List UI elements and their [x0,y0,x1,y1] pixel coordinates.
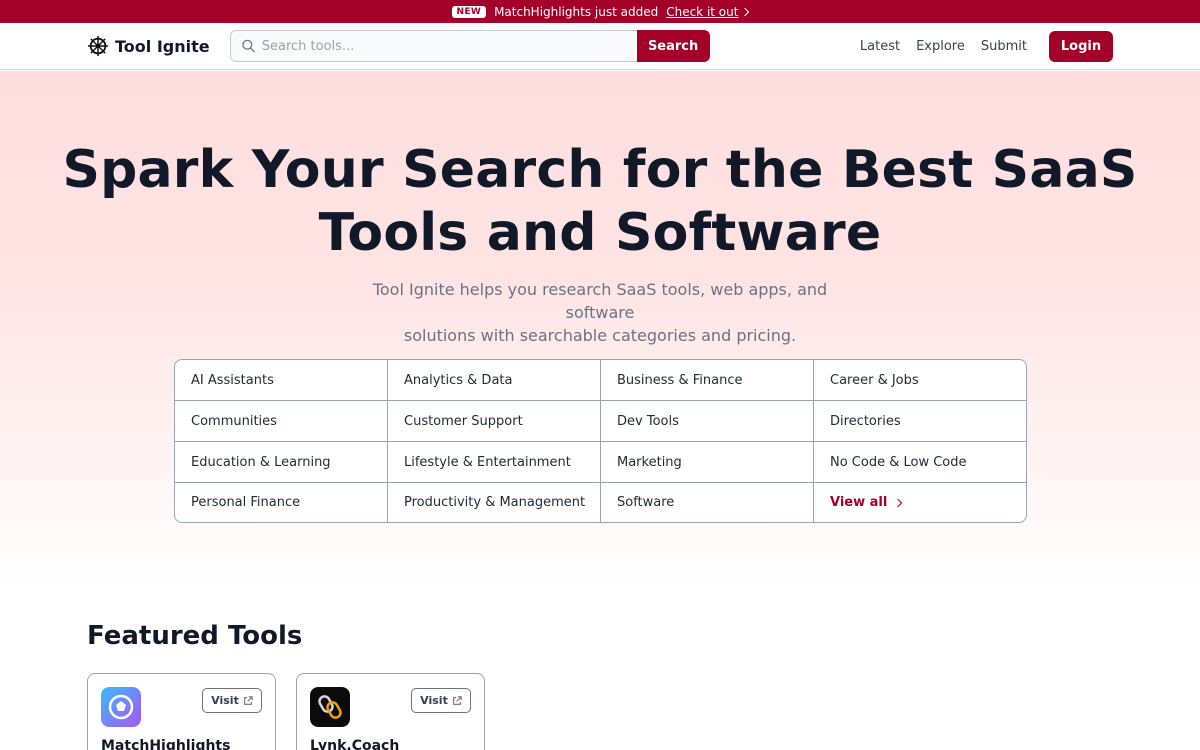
category-business-finance[interactable]: Business & Finance [601,360,814,401]
category-grid: AI Assistants Analytics & Data Business … [174,359,1027,523]
search-button[interactable]: Search [636,30,710,62]
hero-subtitle-line-1: Tool Ignite helps you research SaaS tool… [372,280,828,322]
tool-card[interactable]: Visit Lynk.Coach [296,673,485,750]
view-all-link[interactable]: View all [814,483,1026,522]
search-form: Search [229,30,710,62]
login-button[interactable]: Login [1049,30,1113,62]
category-marketing[interactable]: Marketing [601,442,814,483]
new-badge: NEW [451,5,487,18]
external-link-icon [452,695,462,705]
visit-label: Visit [211,694,239,707]
hero-subtitle: Tool Ignite helps you research SaaS tool… [340,278,860,347]
visit-button[interactable]: Visit [411,688,471,713]
announcement-text: MatchHighlights just added [494,4,659,19]
logo[interactable]: Tool Ignite [87,35,210,57]
hero-section: Spark Your Search for the Best SaaS Tool… [0,71,1200,591]
search-input[interactable] [261,38,637,54]
nav-links: Latest Explore Submit Login [860,30,1113,62]
check-it-out-link[interactable]: Check it out [666,4,750,19]
nav-explore-link[interactable]: Explore [916,39,965,54]
lynk-coach-logo-icon [310,687,350,727]
navbar: Tool Ignite Search Latest Explore Submit… [0,23,1200,70]
hero-subtitle-line-2: solutions with searchable categories and… [403,326,797,345]
tool-name: Lynk.Coach [310,738,400,750]
category-communities[interactable]: Communities [175,401,388,442]
tool-name: MatchHighlights [101,738,231,750]
visit-button[interactable]: Visit [202,688,262,713]
nav-submit-link[interactable]: Submit [981,39,1027,54]
visit-label: Visit [420,694,448,707]
category-personal-finance[interactable]: Personal Finance [175,483,388,522]
category-ai-assistants[interactable]: AI Assistants [175,360,388,401]
category-lifestyle-entertainment[interactable]: Lifestyle & Entertainment [388,442,601,483]
view-all-label: View all [830,495,888,510]
hero-title-line-2: Tools and Software [318,203,882,263]
search-box [229,30,637,62]
featured-tools-heading: Featured Tools [87,621,303,651]
wheel-logo-icon [87,35,109,57]
search-icon [241,39,255,53]
category-analytics-data[interactable]: Analytics & Data [388,360,601,401]
category-dev-tools[interactable]: Dev Tools [601,401,814,442]
category-customer-support[interactable]: Customer Support [388,401,601,442]
announcement-bar: NEW MatchHighlights just added Check it … [0,0,1200,23]
category-no-code-low-code[interactable]: No Code & Low Code [814,442,1026,483]
matchhighlights-logo-icon [101,687,141,727]
category-career-jobs[interactable]: Career & Jobs [814,360,1026,401]
external-link-icon [243,695,253,705]
hero-title: Spark Your Search for the Best SaaS Tool… [0,139,1200,265]
category-directories[interactable]: Directories [814,401,1026,442]
brand-name: Tool Ignite [115,36,210,56]
tool-card[interactable]: Visit MatchHighlights [87,673,276,750]
category-productivity-management[interactable]: Productivity & Management [388,483,601,522]
category-education-learning[interactable]: Education & Learning [175,442,388,483]
nav-latest-link[interactable]: Latest [860,39,900,54]
hero-title-line-1: Spark Your Search for the Best SaaS [62,140,1138,200]
check-it-out-label: Check it out [666,4,739,19]
chevron-right-icon [741,7,750,16]
chevron-right-icon [894,498,903,507]
category-software[interactable]: Software [601,483,814,522]
